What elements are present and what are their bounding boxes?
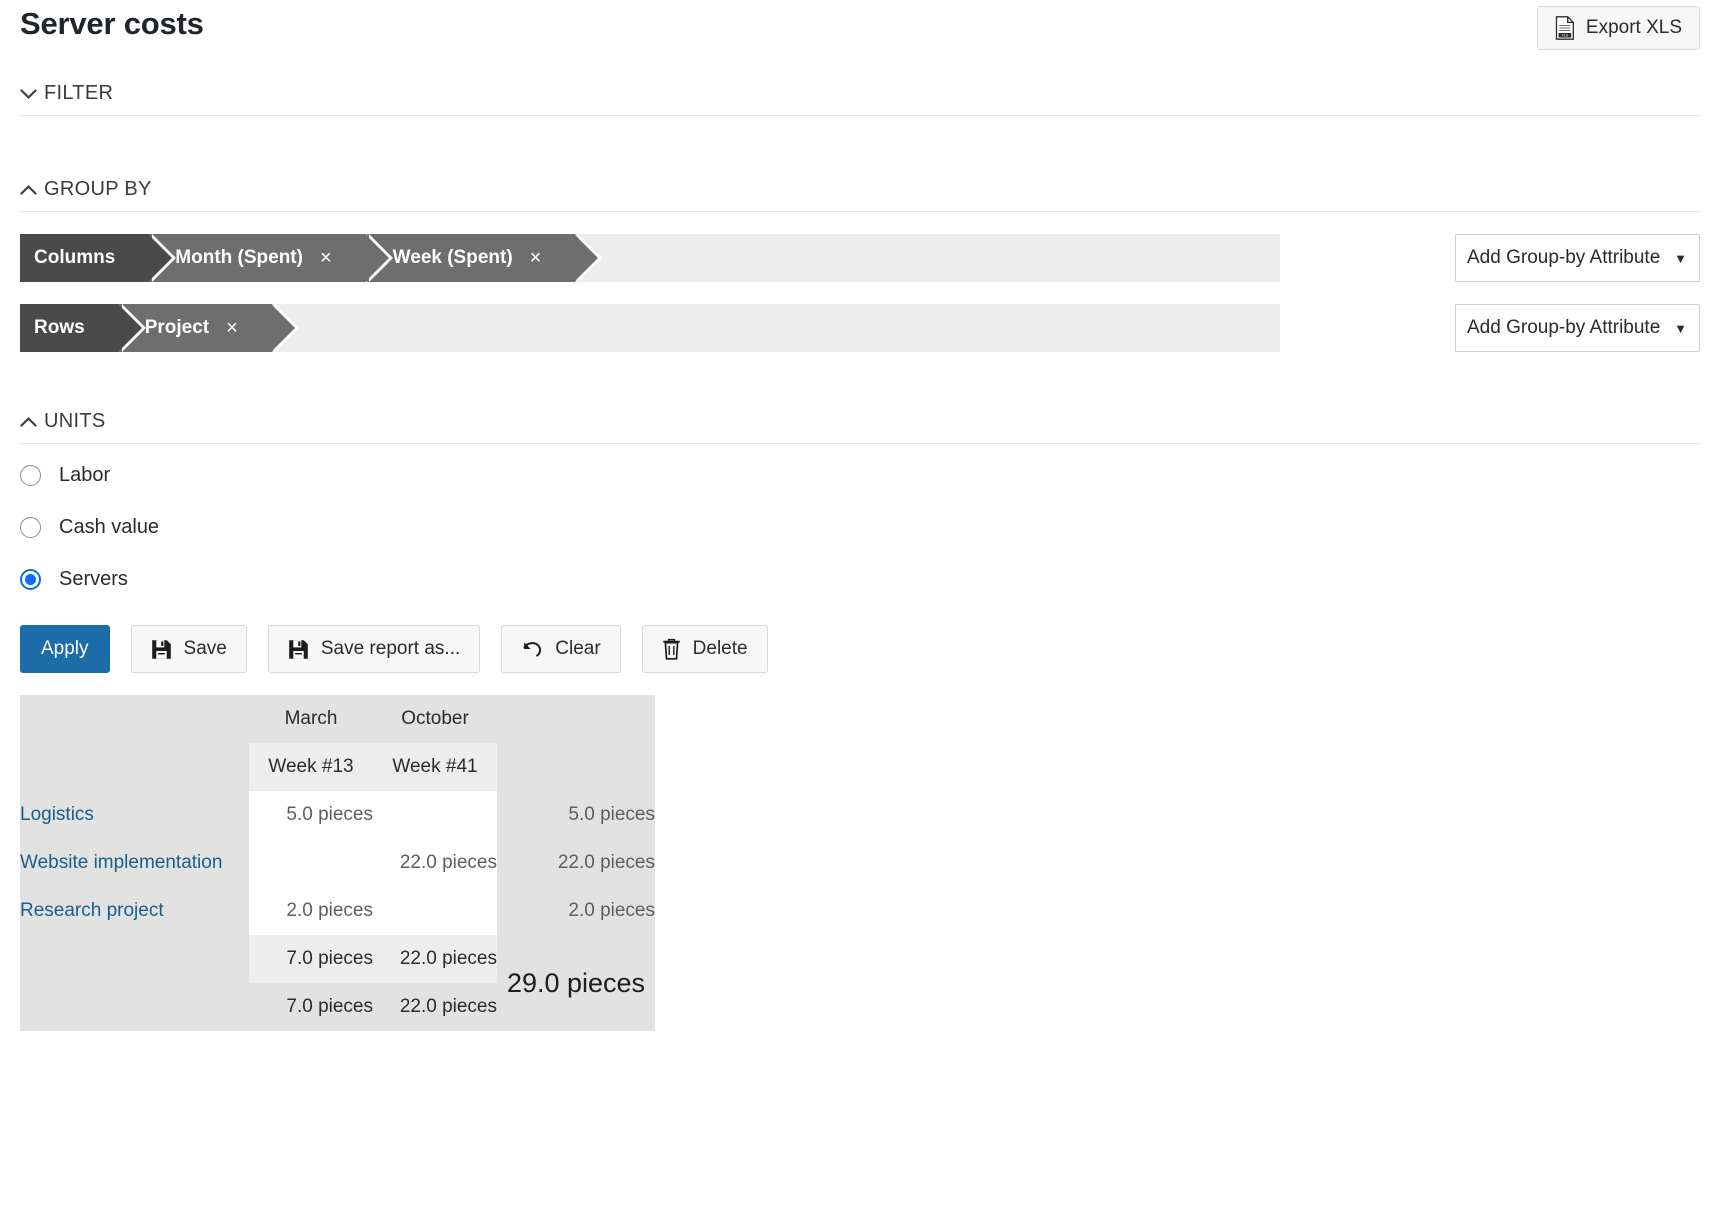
pivot-week-header-0: Week #13 bbox=[249, 743, 373, 791]
chevron-down-icon: ▼ bbox=[1674, 320, 1687, 336]
columns-key-chip: Columns bbox=[20, 234, 177, 282]
columns-chip-week-remove-icon[interactable]: × bbox=[530, 248, 542, 268]
rows-chip-project-remove-icon[interactable]: × bbox=[226, 318, 238, 338]
add-group-by-attribute-columns[interactable]: Add Group-by Attribute ▼ bbox=[1455, 234, 1700, 282]
units-option-servers-label: Servers bbox=[59, 567, 128, 590]
add-group-by-attribute-columns-label: Add Group-by Attribute bbox=[1467, 247, 1661, 268]
save-button[interactable]: Save bbox=[130, 625, 247, 673]
svg-text:XLS: XLS bbox=[1561, 34, 1568, 38]
export-xls-button[interactable]: XLS Export XLS bbox=[1536, 6, 1700, 50]
rows-chip-list: Rows Project × bbox=[20, 304, 299, 352]
chevron-up-icon bbox=[20, 416, 37, 428]
group-by-section: GROUP BY Columns Month (Spent) × Week (S… bbox=[20, 178, 1700, 352]
columns-key-label: Columns bbox=[34, 247, 116, 268]
chevron-up-icon bbox=[20, 184, 37, 196]
pivot-row-label-0[interactable]: Logistics bbox=[20, 791, 249, 839]
table-row: Logistics 5.0 pieces 5.0 pieces bbox=[20, 791, 655, 839]
radio-icon-servers-selected[interactable] bbox=[20, 568, 41, 590]
pivot-row-total-2: 2.0 pieces bbox=[497, 887, 655, 935]
filter-section-toggle[interactable]: FILTER bbox=[20, 82, 1700, 115]
pivot-month-header-0: March bbox=[249, 695, 373, 743]
group-by-rows-row: Rows Project × Add Group-by Attribute ▼ bbox=[20, 304, 1700, 352]
rows-key-chip: Rows bbox=[20, 304, 146, 352]
table-row: Website implementation 22.0 pieces 22.0 … bbox=[20, 839, 655, 887]
units-option-cash-value-label: Cash value bbox=[59, 515, 160, 538]
units-section-label: UNITS bbox=[44, 410, 106, 432]
pivot-header-month-row: March October bbox=[20, 695, 655, 791]
pivot-month-total-0: 7.0 pieces bbox=[249, 983, 373, 1031]
filter-section-label: FILTER bbox=[44, 82, 114, 104]
pivot-corner-cell bbox=[20, 695, 249, 791]
units-section-toggle[interactable]: UNITS bbox=[20, 410, 1700, 443]
group-by-section-toggle[interactable]: GROUP BY bbox=[20, 178, 1700, 211]
pivot-grand-total: 29.0 pieces bbox=[497, 935, 655, 1031]
floppy-disk-icon bbox=[151, 639, 172, 660]
pivot-row-total-1: 22.0 pieces bbox=[497, 839, 655, 887]
columns-chip-week-label: Week (Spent) bbox=[392, 247, 513, 268]
undo-arrow-icon bbox=[521, 639, 543, 659]
units-section-divider bbox=[20, 443, 1700, 444]
columns-chip-month-label: Month (Spent) bbox=[175, 247, 303, 268]
pivot-row-label-1[interactable]: Website implementation bbox=[20, 839, 249, 887]
pivot-cell-1-1: 22.0 pieces bbox=[373, 839, 497, 887]
floppy-disk-icon bbox=[288, 639, 309, 660]
add-group-by-attribute-rows[interactable]: Add Group-by Attribute ▼ bbox=[1455, 304, 1700, 352]
pivot-table: March October Week #13 Week #41 Logistic… bbox=[20, 695, 655, 1031]
pivot-total-corner-cell bbox=[497, 695, 655, 791]
save-report-as-button[interactable]: Save report as... bbox=[267, 625, 481, 673]
chevron-down-icon: ▼ bbox=[1674, 250, 1687, 266]
trash-icon bbox=[662, 638, 681, 660]
rows-key-label: Rows bbox=[34, 317, 85, 338]
report-page: Server costs XLS Export XLS FILTER GROUP… bbox=[0, 0, 1720, 1206]
pivot-cell-0-0: 5.0 pieces bbox=[249, 791, 373, 839]
page-header: Server costs XLS Export XLS bbox=[20, 0, 1700, 62]
table-row: Research project 2.0 pieces 2.0 pieces bbox=[20, 887, 655, 935]
columns-chip-list: Columns Month (Spent) × Week (Spent) × bbox=[20, 234, 603, 282]
clear-button-label: Clear bbox=[555, 638, 601, 659]
chevron-down-icon bbox=[20, 88, 37, 100]
xls-document-icon: XLS bbox=[1555, 16, 1575, 40]
apply-button[interactable]: Apply bbox=[20, 625, 110, 673]
pivot-month-total-1: 22.0 pieces bbox=[373, 983, 497, 1031]
filter-section: FILTER bbox=[20, 82, 1700, 116]
delete-button[interactable]: Delete bbox=[641, 625, 768, 673]
pivot-week-total-1: 22.0 pieces bbox=[373, 935, 497, 983]
action-button-row: Apply Save Save report as... Clear Delet… bbox=[20, 625, 1700, 673]
pivot-month-header-1: October bbox=[373, 695, 497, 743]
rows-chip-project-label: Project bbox=[144, 317, 210, 338]
group-by-section-divider bbox=[20, 211, 1700, 212]
units-section: UNITS Labor Cash value Servers bbox=[20, 410, 1700, 600]
apply-button-label: Apply bbox=[41, 638, 89, 659]
group-by-section-label: GROUP BY bbox=[44, 178, 152, 200]
units-option-labor[interactable]: Labor bbox=[20, 454, 1700, 496]
pivot-week-header-1: Week #41 bbox=[373, 743, 497, 791]
units-option-cash-value[interactable]: Cash value bbox=[20, 506, 1700, 548]
pivot-cell-2-0: 2.0 pieces bbox=[249, 887, 373, 935]
save-report-as-button-label: Save report as... bbox=[320, 638, 461, 659]
save-button-label: Save bbox=[183, 638, 227, 659]
pivot-row-label-2[interactable]: Research project bbox=[20, 887, 249, 935]
units-option-servers[interactable]: Servers bbox=[20, 558, 1700, 600]
columns-chip-month[interactable]: Month (Spent) × bbox=[149, 234, 394, 282]
pivot-total-row-label bbox=[20, 935, 249, 1031]
pivot-cell-0-1 bbox=[373, 791, 497, 839]
pivot-cell-1-0 bbox=[249, 839, 373, 887]
export-xls-label: Export XLS bbox=[1585, 17, 1682, 38]
radio-icon-cash-value[interactable] bbox=[20, 516, 41, 538]
radio-icon-labor[interactable] bbox=[20, 464, 41, 486]
filter-section-divider bbox=[20, 115, 1700, 116]
pivot-row-total-0: 5.0 pieces bbox=[497, 791, 655, 839]
add-group-by-attribute-rows-label: Add Group-by Attribute bbox=[1467, 317, 1661, 338]
clear-button[interactable]: Clear bbox=[501, 625, 621, 673]
page-title: Server costs bbox=[20, 6, 204, 41]
columns-chip-month-remove-icon[interactable]: × bbox=[320, 248, 332, 268]
delete-button-label: Delete bbox=[692, 638, 748, 659]
columns-chip-week[interactable]: Week (Spent) × bbox=[366, 234, 603, 282]
pivot-week-total-row: 7.0 pieces 22.0 pieces 29.0 pieces bbox=[20, 935, 655, 1031]
units-option-labor-label: Labor bbox=[59, 463, 111, 486]
pivot-week-total-0: 7.0 pieces bbox=[249, 935, 373, 983]
pivot-cell-2-1 bbox=[373, 887, 497, 935]
group-by-columns-row: Columns Month (Spent) × Week (Spent) × A… bbox=[20, 234, 1700, 282]
